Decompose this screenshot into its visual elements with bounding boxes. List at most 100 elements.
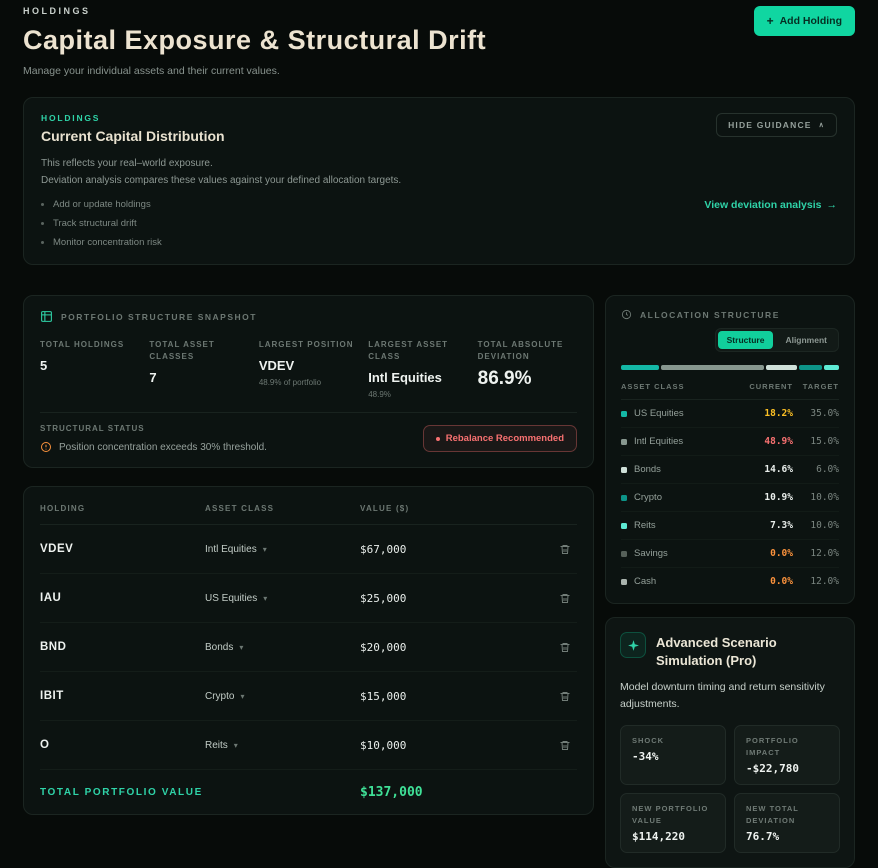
allocation-structure-card: ALLOCATION STRUCTURE Structure Alignment: [605, 295, 855, 604]
allocation-header: ALLOCATION STRUCTURE: [621, 309, 839, 320]
guidance-bullet: Add or update holdings: [41, 195, 162, 214]
chevron-down-icon: ▾: [240, 691, 245, 701]
page-title: Capital Exposure & Structural Drift: [23, 25, 487, 55]
guidance-line: Deviation analysis compares these values…: [41, 174, 402, 186]
stat-new-total-deviation: NEW TOTAL DEVIATION 76.7%: [734, 792, 840, 853]
structural-status-text-row: Position concentration exceeds 30% thres…: [40, 441, 267, 453]
structural-status: STRUCTURAL STATUS Position concentration…: [40, 424, 267, 453]
asset-class-select[interactable]: Reits ▾: [205, 740, 360, 751]
asset-name: Cash: [634, 576, 657, 587]
view-deviation-analysis-label: View deviation analysis: [704, 199, 822, 211]
total-portfolio-value: $137,000: [360, 785, 423, 800]
chevron-down-icon: ▾: [262, 544, 267, 554]
bar-segment: [823, 365, 840, 370]
asset-name-cell: Intl Equities: [621, 436, 741, 447]
guidance-line: This reflects your real–world exposure.: [41, 158, 213, 169]
delete-holding-button[interactable]: [553, 586, 577, 610]
stat-total-holdings: TOTAL HOLDINGS 5: [40, 339, 139, 399]
stat-label: LARGEST ASSET CLASS: [368, 340, 449, 361]
asset-class-select[interactable]: Crypto ▾: [205, 691, 360, 702]
holding-ticker: IAU: [40, 592, 62, 604]
asset-class-select[interactable]: Bonds ▾: [205, 642, 360, 653]
add-holding-button[interactable]: + Add Holding: [753, 6, 855, 36]
allocation-row: Crypto 10.9% 10.0%: [621, 484, 839, 512]
bar-segment: [766, 365, 797, 370]
tab-alignment[interactable]: Alignment: [776, 331, 836, 349]
holding-value: $20,000: [360, 640, 407, 654]
structural-status-text: Position concentration exceeds 30% thres…: [59, 441, 267, 453]
asset-class-select[interactable]: US Equities ▾: [205, 593, 360, 604]
stat-label: TOTAL HOLDINGS: [40, 340, 125, 349]
target-value: 35.0%: [810, 408, 839, 419]
stat-label: TOTAL ASSET CLASSES: [149, 340, 215, 361]
column-header-current: CURRENT: [749, 382, 793, 391]
stat-value: Intl Equities: [368, 370, 442, 385]
tab-structure[interactable]: Structure: [717, 331, 774, 349]
legend-square-icon: [621, 438, 627, 445]
structural-status-row: STRUCTURAL STATUS Position concentration…: [40, 424, 577, 453]
left-column: PORTFOLIO STRUCTURE SNAPSHOT TOTAL HOLDI…: [23, 295, 594, 815]
asset-class-value: Bonds: [205, 641, 234, 653]
column-header-asset-class: ASSET CLASS: [621, 382, 685, 391]
guidance-card: HOLDINGS Current Capital Distribution HI…: [23, 97, 855, 265]
snapshot-header: PORTFOLIO STRUCTURE SNAPSHOT: [40, 310, 577, 323]
delete-holding-button[interactable]: [553, 733, 577, 757]
allocation-tabs: Structure Alignment: [621, 328, 839, 352]
table-grid-icon: [40, 310, 53, 323]
asset-class-value: US Equities: [205, 592, 258, 604]
rebalance-badge-label: Rebalance Recommended: [445, 433, 564, 444]
stat-value: 5: [40, 358, 48, 373]
delete-holding-button[interactable]: [553, 537, 577, 561]
chevron-down-icon: ▾: [263, 593, 268, 603]
asset-name-cell: US Equities: [621, 408, 741, 419]
asset-class-value: Reits: [205, 739, 228, 751]
total-portfolio-value-label: TOTAL PORTFOLIO VALUE: [40, 787, 203, 798]
asset-class-value: Intl Equities: [205, 543, 257, 555]
page-eyebrow: HOLDINGS: [23, 6, 91, 16]
guidance-bullet: Track structural drift: [41, 214, 162, 233]
scenario-title: Advanced Scenario Simulation (Pro): [656, 635, 777, 668]
delete-holding-button[interactable]: [553, 684, 577, 708]
delete-holding-button[interactable]: [553, 635, 577, 659]
holding-ticker: BND: [40, 641, 67, 653]
holding-value: $10,000: [360, 738, 407, 752]
table-footer: TOTAL PORTFOLIO VALUE $137,000: [40, 770, 577, 800]
table-row: BND Bonds ▾ $20,000: [40, 623, 577, 672]
column-header-holding: HOLDING: [40, 504, 86, 513]
trash-icon: [560, 691, 570, 701]
guidance-top: HOLDINGS Current Capital Distribution HI…: [41, 113, 837, 144]
snapshot-stats: TOTAL HOLDINGS 5 TOTAL ASSET CLASSES 7 L…: [40, 339, 577, 399]
page-header: HOLDINGS Capital Exposure & Structural D…: [23, 6, 855, 77]
stat-value: -$22,780: [746, 761, 799, 775]
target-value: 12.0%: [810, 576, 839, 587]
holding-ticker: IBIT: [40, 690, 64, 702]
view-deviation-analysis-link[interactable]: View deviation analysis →: [704, 199, 837, 211]
chevron-down-icon: ▾: [239, 642, 244, 652]
scenario-simulation-card: Advanced Scenario Simulation (Pro) Model…: [605, 617, 855, 868]
asset-class-select[interactable]: Intl Equities ▾: [205, 544, 360, 555]
stat-label: PORTFOLIO IMPACT: [746, 735, 799, 757]
stat-sub: 48.9%: [368, 390, 391, 399]
sparkle-icon: [620, 632, 646, 658]
table-row: IBIT Crypto ▾ $15,000: [40, 672, 577, 721]
holding-value: $67,000: [360, 542, 407, 556]
stat-label: NEW PORTFOLIO VALUE: [632, 803, 709, 825]
holdings-table-header: HOLDING ASSET CLASS VALUE ($): [40, 491, 577, 525]
legend-square-icon: [621, 466, 627, 473]
holding-value: $15,000: [360, 689, 407, 703]
target-value: 10.0%: [810, 492, 839, 503]
clock-icon: [621, 309, 632, 320]
allocation-table-header: ASSET CLASS CURRENT TARGET: [621, 370, 839, 400]
asset-name: Intl Equities: [634, 436, 684, 447]
snapshot-title: PORTFOLIO STRUCTURE SNAPSHOT: [61, 311, 257, 322]
scenario-header: Advanced Scenario Simulation (Pro): [620, 632, 840, 669]
plus-icon: +: [766, 14, 774, 28]
trash-icon: [560, 642, 570, 652]
table-row: O Reits ▾ $10,000: [40, 721, 577, 770]
asset-name-cell: Reits: [621, 520, 741, 531]
current-value: 10.9%: [764, 492, 793, 503]
rebalance-recommended-badge: Rebalance Recommended: [422, 425, 577, 452]
stat-new-portfolio-value: NEW PORTFOLIO VALUE $114,220: [620, 792, 726, 853]
hide-guidance-button[interactable]: HIDE GUIDANCE ∧: [716, 113, 837, 137]
guidance-bullet: Monitor concentration risk: [41, 233, 162, 252]
